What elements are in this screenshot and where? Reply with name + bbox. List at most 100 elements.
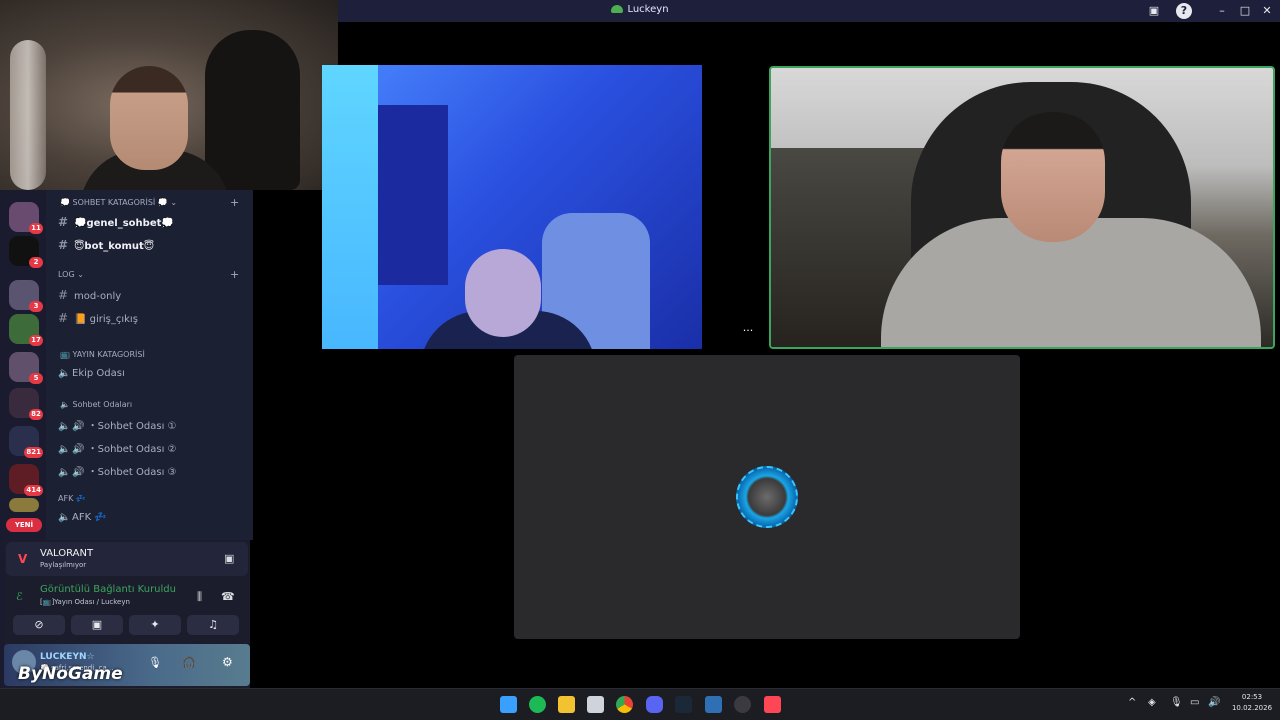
voice-location[interactable]: [📺]Yayın Odası / Luckeyn [40,598,130,606]
windows-start-icon[interactable] [500,696,517,713]
channel-list: 💭 SOHBET KATAGORİSİ 💭 ⌄ + # 💭genel_sohbet… [46,190,253,540]
microphone-tray-icon[interactable]: 🎙 [1170,697,1183,708]
steam-tray-icon[interactable]: ◈ [1148,697,1156,708]
username[interactable]: LUCKEYN☆ [40,652,95,662]
spotify-icon[interactable] [529,696,546,713]
taskbar [0,688,1280,720]
chevron-up-icon[interactable]: ^ [1128,697,1136,708]
clock-date: 10.02.2026 [1231,704,1273,712]
headphones-icon[interactable]: 🎧 [182,656,196,669]
share-status: Paylaşılmıyor [40,561,87,569]
minimize-icon[interactable]: – [1214,3,1230,19]
unread-badge: 82 [29,409,43,420]
participant-avatar [736,466,798,528]
channel-sohbet-odasi-1[interactable]: 🔈 🔊 ・Sohbet Odası ① [58,417,177,432]
webcam-chair [205,30,300,190]
video-person [465,249,541,337]
store-icon[interactable] [587,696,604,713]
category-sohbet[interactable]: 💭 SOHBET KATAGORİSİ 💭 ⌄ [60,198,177,207]
network-app-icon[interactable] [705,696,722,713]
unread-badge: 2 [29,257,43,268]
hash-icon: # [58,311,69,325]
speaker-icon: 🔈 [58,512,71,523]
category-yayin[interactable]: 📺 YAYIN KATAGORİSİ [60,350,145,359]
server-icon[interactable]: 17 [9,314,43,346]
video-wall [322,65,378,349]
help-icon[interactable]: ? [1176,3,1192,19]
channel-bot-komut[interactable]: # 😇bot_komut😇 [58,238,154,252]
activity-card: V VALORANT Paylaşılmıyor ▣ [6,542,248,576]
camera-off-button[interactable]: ⊘ [13,615,65,635]
server-icon[interactable] [9,498,39,512]
speaker-icon: 🔈 [58,444,71,455]
speaker-icon: 🔈 [58,467,71,478]
channel-genel-sohbet[interactable]: # 💭genel_sohbet💭 [58,215,174,229]
more-options-icon[interactable]: ··· [738,324,758,338]
steam-icon[interactable] [675,696,692,713]
valorant-taskbar-icon[interactable] [764,696,781,713]
channel-mod-only[interactable]: # mod-only [58,288,121,302]
category-log[interactable]: LOG ⌄ [58,270,84,279]
microphone-icon[interactable]: 🎙 [148,656,162,669]
hash-icon: # [58,238,69,252]
maximize-icon[interactable]: □ [1237,3,1253,19]
channel-giris-cikis[interactable]: # 📙 giriş_çıkış [58,311,138,325]
server-icon[interactable]: 414 [9,464,43,496]
channel-afk[interactable]: 🔈 AFK 💤 [58,512,107,523]
video-tile-participant-1[interactable] [322,65,702,349]
category-sohbet-odalari[interactable]: 🔈 Sohbet Odaları [60,400,132,409]
channel-sohbet-odasi-2[interactable]: 🔈 🔊 ・Sohbet Odası ② [58,440,177,455]
category-afk[interactable]: AFK 💤 [58,494,86,503]
discord-icon[interactable] [646,696,663,713]
chevron-down-icon: ⌄ [77,270,84,279]
activities-button[interactable]: ✦ [129,615,181,635]
video-tile-participant-2[interactable] [769,66,1275,349]
webcam-light [10,40,46,190]
server-icon[interactable]: 2 [9,236,43,268]
app-icon [611,5,624,13]
valorant-icon: V [18,552,28,566]
hash-icon: # [58,215,69,229]
screen-share-button[interactable]: ▣ [71,615,123,635]
game-name: VALORANT [40,548,94,559]
close-icon[interactable]: ✕ [1259,3,1275,19]
chevron-down-icon: ⌄ [170,198,178,207]
noise-suppression-icon[interactable]: ⫼ [197,590,202,604]
channel-sohbet-odasi-3[interactable]: 🔈 🔊 ・Sohbet Odası ③ [58,463,177,478]
server-icon[interactable]: 11 [9,202,43,234]
unread-badge: 11 [29,223,43,234]
channel-ekip-odasi[interactable]: 🔈 Ekip Odası [58,368,125,379]
server-icon[interactable]: 3 [9,280,43,312]
riot-client-icon[interactable] [734,696,751,713]
network-icon[interactable]: ▭ [1190,697,1199,708]
unread-badge: 414 [24,485,43,496]
add-channel-icon[interactable]: + [230,196,239,209]
soundboard-button[interactable]: ♫ [187,615,239,635]
bynogame-watermark: ByNoGame [18,664,123,684]
share-screen-icon[interactable]: ▣ [224,552,234,565]
server-icon[interactable]: 821 [9,426,43,458]
server-icon[interactable]: 5 [9,352,43,384]
connection-icon: ℰ [16,590,23,603]
server-icon[interactable]: 82 [9,388,43,420]
file-explorer-icon[interactable] [558,696,575,713]
clock-time: 02:53 [1241,693,1263,701]
webcam-person [110,66,188,170]
unread-badge: 5 [29,373,43,384]
gear-icon[interactable]: ⚙ [222,655,233,669]
add-channel-icon[interactable]: + [230,268,239,281]
new-servers-badge[interactable]: YENİ [6,518,42,532]
speaker-icon: 🔈 [58,421,71,432]
clock[interactable]: 02:53 10.02.2026 [1228,692,1276,714]
volume-icon[interactable]: 🔊 [1208,697,1220,708]
webcam-overlay [0,0,338,190]
video-person [1001,112,1105,242]
unread-badge: 17 [29,335,43,346]
hash-icon: # [58,288,69,302]
connection-status[interactable]: Görüntülü Bağlantı Kuruldu [40,584,176,595]
disconnect-icon[interactable]: ☎ [221,590,235,603]
screen-share-icon[interactable]: ▣ [1146,3,1162,19]
unread-badge: 821 [24,447,43,458]
chrome-icon[interactable] [616,696,633,713]
speaker-icon: 🔈 [58,368,71,379]
